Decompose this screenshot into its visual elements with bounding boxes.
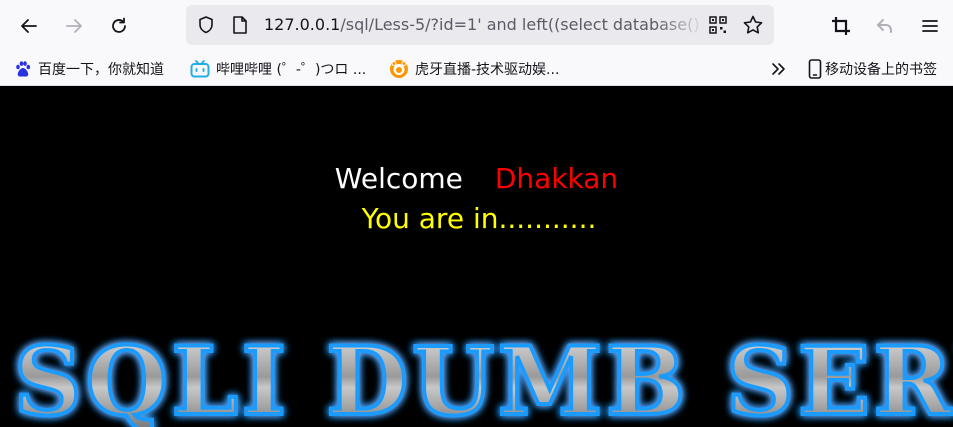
- browser-toolbar: 127.0.0.1/sql/Less-5/?id=1' and left((se…: [0, 0, 953, 52]
- shield-icon[interactable]: [196, 15, 216, 35]
- mobile-bookmarks-label: 移动设备上的书签: [825, 62, 937, 78]
- url-text[interactable]: 127.0.0.1/sql/Less-5/?id=1' and left((se…: [264, 15, 699, 34]
- bookmark-label: 哔哩哔哩 (゜-゜)つロ ...: [216, 62, 367, 78]
- baidu-paw-icon: [16, 61, 31, 77]
- sqli-dumb-series-banner: SQLI DUMB SERIES: [0, 316, 953, 427]
- reload-button[interactable]: [102, 9, 136, 43]
- user-name: Dhakkan: [494, 162, 619, 195]
- back-button[interactable]: [12, 9, 46, 43]
- arrow-right-icon: [66, 19, 82, 33]
- bookmark-huya[interactable]: 虎牙直播-技术驱动娱...: [389, 52, 559, 86]
- url-host: 127.0.0.1: [264, 15, 341, 34]
- url-bar[interactable]: 127.0.0.1/sql/Less-5/?id=1' and left((se…: [186, 5, 774, 45]
- mobile-device-icon: [808, 59, 822, 79]
- bilibili-tv-icon: [190, 60, 210, 78]
- huya-icon: [390, 60, 408, 78]
- star-bookmark-icon[interactable]: [742, 14, 764, 36]
- crop-icon: [832, 17, 850, 35]
- url-fade: [656, 5, 706, 45]
- arrow-left-icon: [21, 19, 37, 33]
- banner-text: SQLI DUMB SERIES: [14, 327, 953, 427]
- bookmark-label: 虎牙直播-技术驱动娱...: [415, 62, 560, 78]
- reload-icon: [112, 17, 126, 33]
- page-icon[interactable]: [231, 15, 249, 35]
- undo-arrow-icon: [877, 19, 892, 33]
- forward-button[interactable]: [57, 9, 91, 43]
- double-chevron-right-icon: [772, 63, 785, 75]
- screenshot-button[interactable]: [824, 9, 858, 43]
- undo-button[interactable]: [868, 9, 902, 43]
- qr-code-icon[interactable]: [708, 15, 728, 35]
- banner-logo: SQLI DUMB SERIES: [12, 325, 953, 427]
- hamburger-menu-icon: [922, 20, 938, 32]
- menu-button[interactable]: [913, 9, 947, 43]
- bookmark-label: 百度一下，你就知道: [38, 62, 164, 78]
- status-message: You are in...........: [361, 202, 597, 235]
- url-path: /sql/Less-5/?id=1' and left((select data…: [340, 15, 699, 34]
- page-content: Welcome Dhakkan You are in........... SQL…: [0, 86, 953, 427]
- mobile-bookmarks-folder[interactable]: 移动设备上的书签: [808, 52, 937, 86]
- bookmark-baidu[interactable]: 百度一下，你就知道: [14, 52, 164, 86]
- bookmarks-toolbar: 百度一下，你就知道 哔哩哔哩 (゜-゜)つロ ... 虎牙直播-技术驱动娱...…: [0, 52, 953, 86]
- bookmark-bilibili[interactable]: 哔哩哔哩 (゜-゜)つロ ...: [190, 52, 366, 86]
- bookmarks-overflow-button[interactable]: [770, 52, 794, 86]
- welcome-text: Welcome: [334, 162, 463, 195]
- welcome-line: Welcome Dhakkan: [0, 162, 953, 195]
